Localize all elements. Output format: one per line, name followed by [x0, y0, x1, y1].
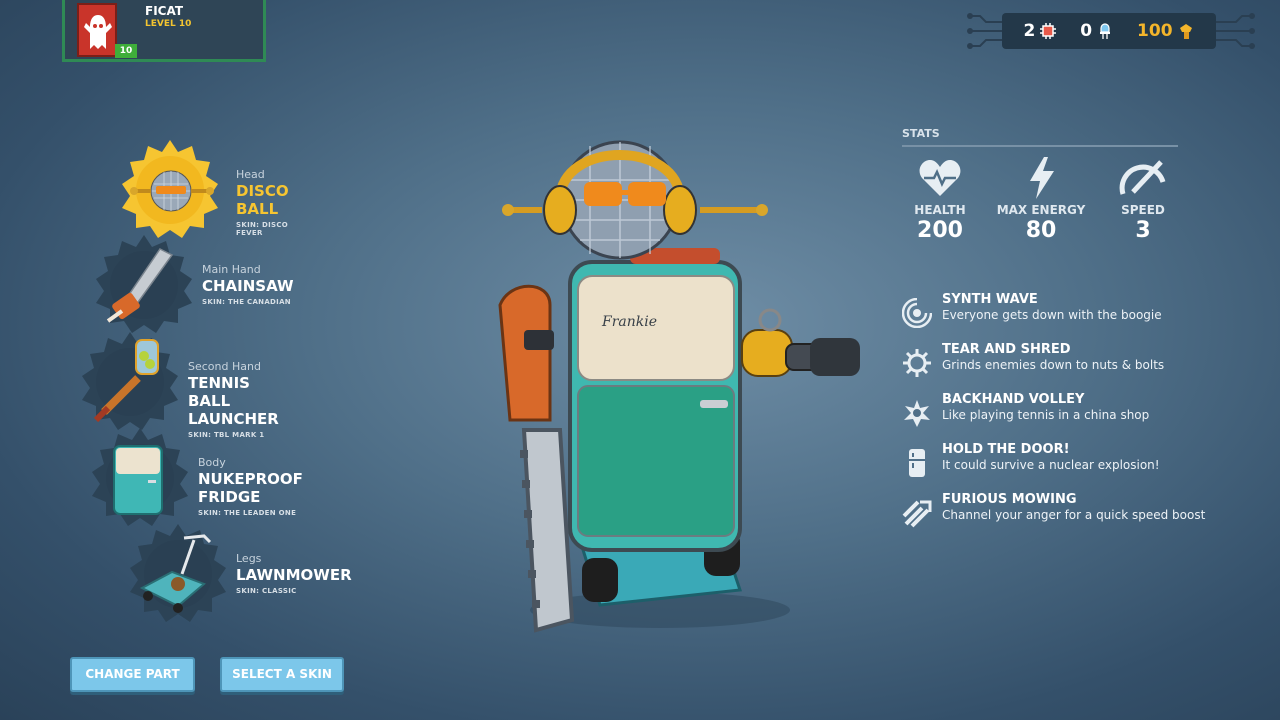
sound-wave-icon — [902, 298, 932, 328]
part-name: TENNIS BALL LAUNCHER — [188, 374, 279, 428]
part-name: CHAINSAW — [202, 277, 294, 295]
part-slot-label: Head — [236, 168, 265, 181]
stat-label: HEALTH — [914, 203, 966, 217]
ability-name: HOLD THE DOOR! — [942, 442, 1070, 457]
part-slot-label: Main Hand — [202, 263, 261, 276]
led-bulb-icon — [1100, 23, 1111, 39]
chips-currency: 2 — [1023, 21, 1057, 41]
currency-bar: 2 0 100 — [1002, 13, 1216, 49]
lightning-icon — [1030, 157, 1054, 199]
bolts-currency: 100 — [1137, 21, 1195, 41]
robot-preview: Frankie — [498, 140, 860, 633]
stat-speed: SPEED 3 — [1093, 156, 1193, 243]
player-level: LEVEL 10 — [145, 19, 192, 29]
level-badge: 10 — [115, 44, 137, 58]
ability-furious-mowing: FURIOUS MOWING Channel your anger for a … — [902, 492, 1232, 536]
change-part-button[interactable]: CHANGE PART — [70, 657, 195, 692]
heart-icon — [919, 160, 961, 196]
ability-synth-wave: SYNTH WAVE Everyone gets down with the b… — [902, 292, 1232, 336]
fridge-logo: Frankie — [601, 314, 657, 330]
fridge-icon — [909, 449, 925, 477]
ability-backhand-volley: BACKHAND VOLLEY Like playing tennis in a… — [902, 392, 1232, 436]
speedometer-icon — [1119, 160, 1166, 195]
ability-desc: Like playing tennis in a china shop — [942, 408, 1150, 422]
circuit-decoration — [967, 13, 1006, 49]
ability-tear-and-shred: TEAR AND SHRED Grinds enemies down to nu… — [902, 342, 1232, 386]
part-name: NUKEPROOF FRIDGE — [198, 470, 303, 506]
part-skin: SKIN: THE LEADEN ONE — [198, 509, 297, 517]
part-name: DISCO BALL — [236, 182, 289, 218]
stat-value: 3 — [1135, 218, 1151, 243]
select-skin-button[interactable]: SELECT A SKIN — [220, 657, 344, 692]
bolt-icon — [1179, 24, 1192, 39]
chainsaw-icon — [106, 248, 174, 323]
fridge-icon — [113, 445, 163, 515]
stat-label: MAX ENERGY — [996, 203, 1086, 217]
ability-name: BACKHAND VOLLEY — [942, 392, 1085, 407]
circuit-decoration — [1216, 13, 1255, 49]
speed-claw-icon — [902, 500, 932, 528]
disco-ball-head-icon — [130, 170, 214, 212]
part-name: LAWNMOWER — [236, 566, 352, 584]
ability-desc: Grinds enemies down to nuts & bolts — [942, 358, 1165, 372]
stat-value: 80 — [1025, 218, 1057, 243]
ability-name: SYNTH WAVE — [942, 292, 1038, 307]
stat-value: 200 — [917, 218, 963, 243]
bolts-count: 100 — [1137, 21, 1173, 41]
lawnmower-icon — [139, 534, 212, 613]
saw-blade-icon — [903, 349, 931, 377]
part-skin: SKIN: THE CANADIAN — [202, 298, 291, 306]
ability-hold-the-door: HOLD THE DOOR! It could survive a nuclea… — [902, 442, 1232, 486]
ability-desc: It could survive a nuclear explosion! — [942, 458, 1160, 472]
part-slot-label: Legs — [236, 552, 262, 565]
ability-name: FURIOUS MOWING — [942, 492, 1077, 507]
part-skin: SKIN: DISCO FEVER — [236, 221, 289, 237]
part-skin: SKIN: TBL MARK 1 — [188, 431, 265, 439]
part-skin: SKIN: CLASSIC — [236, 587, 297, 595]
stat-health: HEALTH 200 — [890, 156, 990, 243]
player-avatar — [77, 3, 117, 57]
tennis-ball-launcher-icon — [93, 339, 159, 423]
stats-title: STATS — [902, 127, 940, 140]
ability-name: TEAR AND SHRED — [942, 342, 1071, 357]
ability-desc: Channel your anger for a quick speed boo… — [942, 508, 1206, 522]
player-name: FICAT — [145, 4, 184, 18]
bulbs-count: 0 — [1080, 21, 1093, 41]
chips-count: 2 — [1023, 21, 1036, 41]
tennis-impact-icon — [904, 400, 930, 427]
divider — [902, 145, 1178, 147]
chip-icon — [1040, 23, 1057, 39]
part-slot-label: Body — [198, 456, 226, 469]
stat-label: SPEED — [1121, 203, 1165, 217]
ability-desc: Everyone gets down with the boogie — [942, 308, 1162, 322]
ghost-mascot-icon — [84, 15, 112, 49]
player-card[interactable]: 10 FICAT LEVEL 10 — [62, 0, 266, 62]
bulbs-currency: 0 — [1080, 21, 1114, 41]
stat-max-energy: MAX ENERGY 80 — [991, 156, 1091, 243]
part-slot-label: Second Hand — [188, 360, 261, 373]
